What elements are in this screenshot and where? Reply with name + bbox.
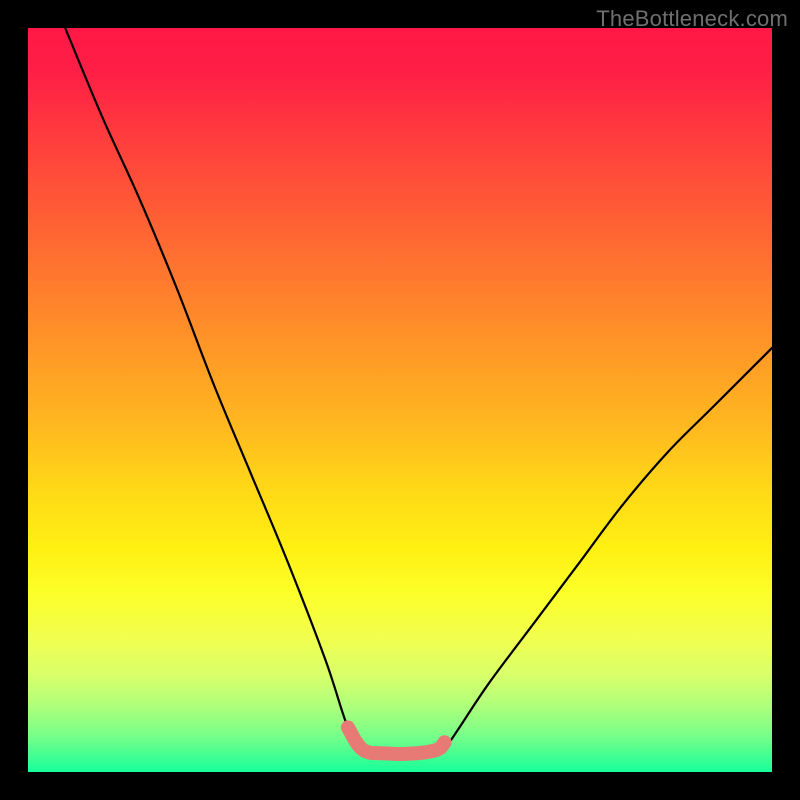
watermark-text: TheBottleneck.com (596, 6, 788, 32)
right-curve (445, 348, 772, 750)
trough-highlight (348, 727, 445, 754)
curve-layer (28, 28, 772, 772)
plot-area (28, 28, 772, 772)
left-curve (65, 28, 363, 750)
chart-frame: TheBottleneck.com (0, 0, 800, 800)
